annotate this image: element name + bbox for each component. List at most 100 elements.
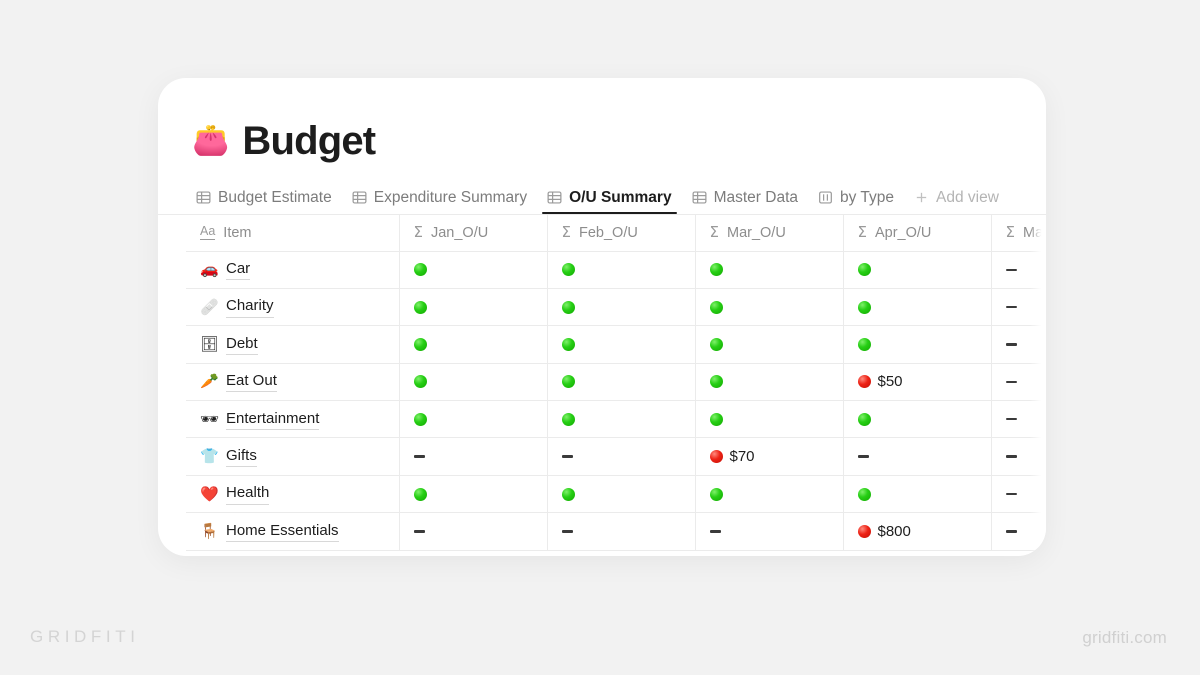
cell-item[interactable]: 🗄 Debt <box>186 325 400 364</box>
cell-value[interactable] <box>399 512 548 551</box>
cell-value[interactable] <box>843 325 992 364</box>
column-header-item[interactable]: Aa Item <box>186 215 400 252</box>
cell-value[interactable] <box>991 325 1046 364</box>
page-title-row: 👛 Budget <box>158 78 1046 174</box>
text-aa-icon: Aa <box>200 224 216 241</box>
cell-value[interactable] <box>991 437 1046 476</box>
cell-value[interactable] <box>399 325 548 364</box>
green-circle-icon <box>413 337 427 351</box>
green-circle-icon <box>561 337 575 351</box>
column-header-label: May_O/U <box>1022 224 1046 241</box>
cell-item[interactable]: 🕶 Entertainment <box>186 400 400 439</box>
column-header-may-o-u[interactable]: Σ May_O/U <box>991 215 1046 252</box>
cell-item[interactable]: 🩹 Charity <box>186 288 400 327</box>
dash-icon <box>1005 380 1017 384</box>
cell-value[interactable] <box>991 363 1046 402</box>
cell-item[interactable]: 🚗 Car <box>186 251 400 289</box>
tab-expenditure-summary[interactable]: Expenditure Summary <box>342 188 537 215</box>
table-row[interactable]: 🩹 Charity <box>186 288 1046 327</box>
cell-value[interactable] <box>399 363 548 402</box>
table-row[interactable]: 🚗 Car <box>186 251 1046 289</box>
table-row[interactable]: 🕶 Entertainment <box>186 400 1046 439</box>
table-header-row: Aa Item Σ Jan_O/U Σ Feb_O/U Σ Mar_O/U Σ Apr_O/U Σ M… <box>186 215 1046 252</box>
cell-item[interactable]: 👕 Gifts <box>186 437 400 476</box>
table-row[interactable]: 👕 Gifts $70 <box>186 437 1046 476</box>
column-header-mar-o-u[interactable]: Σ Mar_O/U <box>695 215 844 252</box>
tab-budget-estimate[interactable]: Budget Estimate <box>186 188 342 215</box>
row-item-label: Gifts <box>226 446 257 468</box>
table-icon <box>352 190 367 205</box>
tab-label: Budget Estimate <box>218 188 332 206</box>
cell-value[interactable] <box>399 400 548 439</box>
watermark-url: gridfiti.com <box>1082 628 1167 647</box>
cell-value[interactable] <box>399 475 548 514</box>
tab-label: by Type <box>840 188 895 206</box>
dash-icon <box>1005 530 1017 533</box>
cell-value[interactable] <box>991 512 1046 551</box>
green-circle-icon <box>709 487 723 501</box>
row-emoji-icon: 🚗 <box>200 260 219 279</box>
cell-value[interactable] <box>695 288 844 327</box>
cell-value[interactable] <box>843 288 992 327</box>
cell-value[interactable] <box>695 251 844 289</box>
cell-value[interactable] <box>843 437 992 476</box>
cell-item[interactable]: 🥕 Eat Out <box>186 363 400 402</box>
tab-label: Expenditure Summary <box>373 188 528 206</box>
tab-o-u-summary[interactable]: O/U Summary <box>537 188 682 215</box>
green-circle-icon <box>857 337 871 351</box>
cell-item[interactable]: 🪑 Home Essentials <box>186 512 400 551</box>
cell-value[interactable] <box>991 251 1046 289</box>
table-row[interactable]: 🗄 Debt <box>186 325 1046 364</box>
cell-value[interactable] <box>399 437 548 476</box>
column-header-label: Item <box>223 224 252 241</box>
cell-value[interactable] <box>695 475 844 514</box>
cell-value[interactable]: $800 <box>843 512 992 551</box>
cell-value[interactable] <box>547 363 696 402</box>
sigma-icon: Σ <box>1005 223 1015 242</box>
table-icon <box>196 190 211 205</box>
cell-value[interactable] <box>547 325 696 364</box>
green-circle-icon <box>857 300 871 314</box>
row-item-label: Health <box>226 483 270 505</box>
table-row[interactable]: 🥕 Eat Out $50 <box>186 363 1046 402</box>
cell-value[interactable] <box>547 400 696 439</box>
green-circle-icon <box>561 300 575 314</box>
cell-value[interactable] <box>547 475 696 514</box>
cell-value[interactable] <box>843 475 992 514</box>
ou-summary-table: Aa Item Σ Jan_O/U Σ Feb_O/U Σ Mar_O/U Σ Apr_O/U Σ M… <box>186 215 1046 551</box>
dash-icon <box>413 530 425 533</box>
cell-value[interactable] <box>991 400 1046 439</box>
table-row[interactable]: ❤️ Health <box>186 475 1046 514</box>
table-row[interactable]: 🪑 Home Essentials $800 <box>186 512 1046 551</box>
green-circle-icon <box>413 375 427 389</box>
cell-value[interactable] <box>547 288 696 327</box>
cell-value[interactable] <box>695 325 844 364</box>
column-header-jan-o-u[interactable]: Σ Jan_O/U <box>399 215 548 252</box>
cell-value[interactable] <box>399 251 548 289</box>
cell-value[interactable]: $50 <box>843 363 992 402</box>
sigma-icon: Σ <box>857 223 867 242</box>
sigma-icon: Σ <box>413 223 423 242</box>
cell-value[interactable] <box>695 400 844 439</box>
column-header-feb-o-u[interactable]: Σ Feb_O/U <box>547 215 696 252</box>
cell-value[interactable] <box>695 512 844 551</box>
cell-value[interactable] <box>695 363 844 402</box>
cell-item[interactable]: ❤️ Health <box>186 475 400 514</box>
cell-value[interactable]: $70 <box>695 437 844 476</box>
cell-value[interactable] <box>547 512 696 551</box>
red-circle-icon <box>709 450 723 464</box>
cell-value[interactable] <box>991 475 1046 514</box>
column-header-apr-o-u[interactable]: Σ Apr_O/U <box>843 215 992 252</box>
tab-by-type[interactable]: by Type <box>808 188 904 215</box>
cell-value[interactable] <box>399 288 548 327</box>
green-circle-icon <box>857 487 871 501</box>
tab-master-data[interactable]: Master Data <box>682 189 808 215</box>
tab-add-view[interactable]: Add view <box>904 189 1009 215</box>
dash-icon <box>561 530 573 533</box>
cell-value[interactable] <box>843 251 992 289</box>
cell-value[interactable] <box>547 437 696 476</box>
cell-value[interactable] <box>843 400 992 439</box>
tab-label: O/U Summary <box>569 188 672 206</box>
cell-value[interactable] <box>547 251 696 289</box>
cell-value[interactable] <box>991 288 1046 327</box>
